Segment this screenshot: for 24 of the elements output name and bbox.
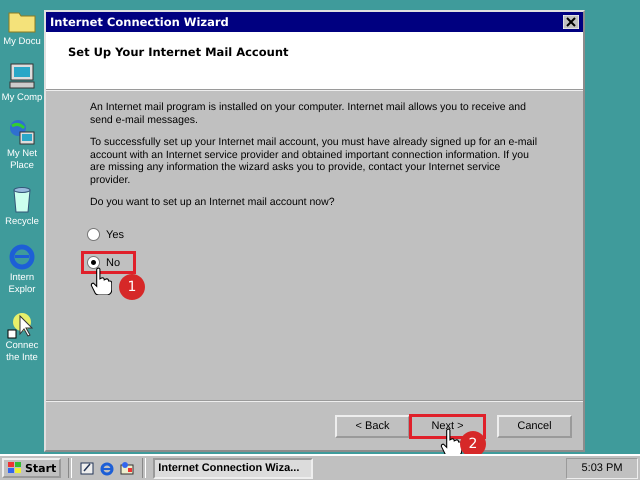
wizard-button[interactable]: Cancel [497, 414, 572, 438]
question-text: Do you want to set up an Internet mail account now? [90, 196, 336, 208]
description-text: An Internet mail program is installed on your computer. Internet mail allows you to receive and send e-mail messages. [90, 101, 527, 126]
icon-label: My Docu [3, 36, 41, 48]
desktop-icon[interactable] [79, 460, 96, 476]
window-title: Internet Connection Wizard [50, 15, 229, 29]
taskbar-button[interactable]: Internet Connection Wiza... [153, 458, 314, 478]
page-heading: Set Up Your Internet Mail Account [68, 45, 289, 59]
windows-logo-icon [7, 461, 23, 475]
close-icon[interactable] [563, 15, 579, 29]
wizard-button[interactable]: < Back [335, 414, 410, 438]
icon-label: My Comp [2, 92, 42, 104]
radio-option[interactable]: No [87, 256, 130, 269]
step-badge: 1 [119, 274, 145, 300]
icon-label: My Net Place [6, 148, 38, 172]
channels-icon[interactable] [119, 460, 136, 476]
icon-label: Connec the Inte [6, 340, 38, 364]
start-button[interactable]: Start [2, 458, 62, 478]
description-text: To successfully set up your Internet mail account, you must have already signed up for an e-mail account with an Internet service provider and obtained important connection information. If you are missing any information the wizard asks you to provide, contact your Internet service provider. [90, 136, 538, 186]
icon-label: Intern Explor [8, 272, 36, 296]
clock: 5:03 PM [566, 458, 638, 478]
hand-cursor-icon [90, 266, 112, 294]
radio-option[interactable]: Yes [87, 228, 124, 241]
icon-label: Recycle [5, 216, 39, 228]
